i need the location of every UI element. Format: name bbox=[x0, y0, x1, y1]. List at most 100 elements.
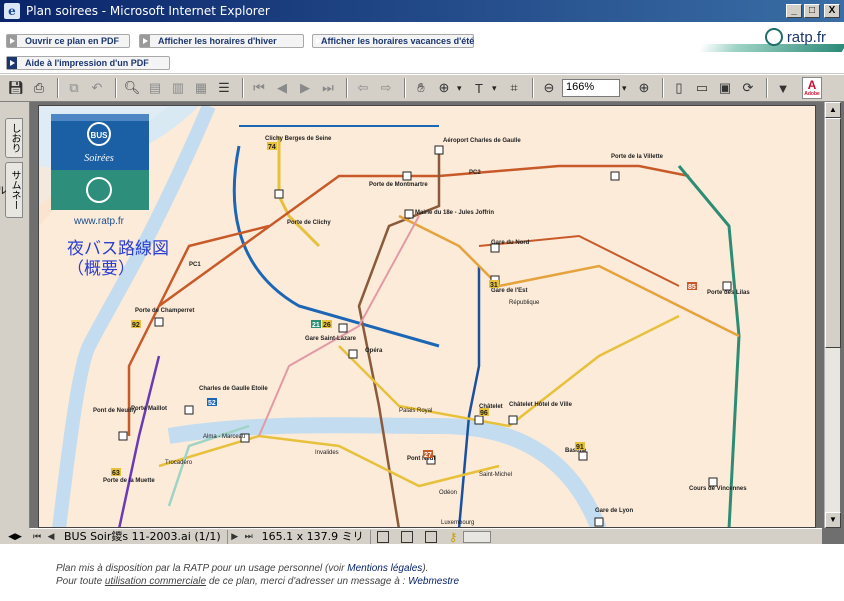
adobe-logo[interactable]: A Adobe bbox=[802, 77, 822, 99]
station-label: Porte de Champerret bbox=[135, 308, 194, 314]
bookmarks-tab[interactable]: しおり bbox=[5, 118, 23, 158]
station-marker[interactable] bbox=[474, 415, 484, 425]
panel-toggle-icon[interactable]: ◀▶ bbox=[0, 528, 30, 544]
station-marker[interactable] bbox=[508, 415, 518, 425]
station-marker[interactable] bbox=[274, 189, 284, 199]
continuous-icon[interactable] bbox=[400, 530, 413, 543]
station-marker[interactable] bbox=[118, 431, 128, 441]
legal-mentions-link[interactable]: Mentions légales bbox=[347, 563, 422, 574]
bookmark-panel-icon[interactable]: ☰ bbox=[214, 78, 234, 98]
first-page-status-icon[interactable]: ⏮ bbox=[30, 530, 44, 544]
close-button[interactable]: X bbox=[824, 4, 840, 18]
station-label: Mairie du 18e - Jules Joffrin bbox=[415, 210, 494, 216]
chevron-down-icon[interactable]: ▾ bbox=[457, 83, 469, 94]
station-marker[interactable] bbox=[338, 323, 348, 333]
chevron-down-icon[interactable]: ▾ bbox=[492, 83, 504, 94]
zoom-level-field[interactable]: 166% bbox=[562, 79, 620, 97]
footer-text: de ce plan, merci d'adresser un message … bbox=[206, 576, 409, 587]
rotate-icon[interactable]: ⟳ bbox=[738, 78, 758, 98]
save-icon[interactable]: 💾︎ bbox=[6, 78, 26, 98]
forward-icon[interactable]: ⇨ bbox=[376, 78, 396, 98]
copy-icon[interactable]: ⧉ bbox=[64, 78, 84, 98]
station-marker[interactable] bbox=[722, 281, 732, 291]
ratp-circle-icon bbox=[764, 28, 783, 46]
text-select-icon[interactable]: T bbox=[469, 78, 489, 98]
horizontal-scrollbar[interactable] bbox=[463, 530, 492, 543]
station-label: Porte de la Villette bbox=[611, 154, 664, 160]
station-label: Clichy Berges de Seine bbox=[265, 136, 332, 142]
ratp-logo-box bbox=[51, 170, 149, 210]
station-label: Gare Saint-Lazare bbox=[305, 336, 357, 342]
zoom-in-icon[interactable]: ⊕ bbox=[634, 78, 654, 98]
commercial-use-link[interactable]: utilisation commerciale bbox=[105, 576, 206, 587]
station-label: Trocadéro bbox=[165, 460, 193, 466]
single-page-icon[interactable] bbox=[376, 530, 389, 543]
pdf-print-help-label: Aide à l'impression d'un PDF bbox=[25, 58, 149, 68]
map-page[interactable]: BUS Soirées www.ratp.fr 夜バス路線図 （概要） Clic… bbox=[38, 105, 816, 528]
fit-width-icon[interactable]: ▣ bbox=[715, 78, 735, 98]
toolbar-divider bbox=[662, 78, 664, 98]
line-badge: 96 bbox=[480, 410, 488, 417]
find-icon[interactable]: 🔍︎ bbox=[122, 78, 142, 98]
arrow-icon bbox=[7, 35, 17, 47]
last-page-status-icon[interactable]: ⏭ bbox=[242, 530, 256, 544]
station-marker[interactable] bbox=[404, 209, 414, 219]
station-label: Opéra bbox=[365, 348, 383, 354]
minimize-button[interactable]: _ bbox=[786, 4, 802, 18]
station-label: Aéroport Charles de Gaulle bbox=[443, 138, 521, 144]
scroll-down-icon[interactable]: ▼ bbox=[825, 512, 841, 528]
scroll-thumb[interactable] bbox=[825, 118, 841, 348]
print-icon[interactable]: ⎙ bbox=[29, 78, 49, 98]
first-page-icon[interactable]: ⏮ bbox=[249, 78, 269, 98]
toolbar-divider bbox=[766, 78, 768, 98]
overlay-title-line1: 夜バス路線図 bbox=[67, 239, 169, 259]
fit-page-icon[interactable]: ▭ bbox=[692, 78, 712, 98]
station-marker[interactable] bbox=[708, 477, 718, 487]
undo-icon[interactable]: ↶ bbox=[87, 78, 107, 98]
line-badge: 52 bbox=[208, 400, 216, 407]
document-name: BUS Soir鑁s 11-2003.ai (1/1) bbox=[58, 529, 228, 544]
ratp-logo[interactable]: ratp.fr bbox=[764, 28, 826, 46]
station-marker[interactable] bbox=[434, 145, 444, 155]
page-header: Ouvrir ce plan en PDF Afficher les horai… bbox=[0, 22, 844, 74]
pdf-print-help-button[interactable]: Aide à l'impression d'un PDF bbox=[6, 56, 170, 70]
station-label: République bbox=[509, 300, 540, 306]
station-marker[interactable] bbox=[610, 171, 620, 181]
actual-size-icon[interactable]: ▯ bbox=[669, 78, 689, 98]
station-label: Odéon bbox=[439, 490, 457, 496]
summer-schedule-button[interactable]: Afficher les horaires vacances d'été bbox=[312, 34, 474, 48]
previous-page-icon[interactable]: ◀ bbox=[272, 78, 292, 98]
arrow-icon bbox=[140, 35, 150, 47]
vertical-scrollbar[interactable]: ▲ ▼ bbox=[824, 102, 841, 528]
maximize-button[interactable]: □ bbox=[804, 4, 820, 18]
station-marker[interactable] bbox=[402, 171, 412, 181]
station-marker[interactable] bbox=[594, 517, 604, 527]
next-page-status-icon[interactable]: ▶ bbox=[228, 530, 242, 544]
facing-icon[interactable] bbox=[424, 530, 437, 543]
next-page-icon[interactable]: ▶ bbox=[295, 78, 315, 98]
more-tools-icon[interactable]: ▼ bbox=[773, 78, 793, 98]
toolbar-divider bbox=[346, 78, 348, 98]
last-page-icon[interactable]: ⏭ bbox=[318, 78, 338, 98]
thumbnails-tab[interactable]: サムネール bbox=[0, 162, 23, 218]
station-marker[interactable] bbox=[184, 405, 194, 415]
prev-page-status-icon[interactable]: ◀ bbox=[44, 530, 58, 544]
chevron-down-icon[interactable]: ▾ bbox=[622, 83, 634, 94]
back-icon[interactable]: ⇦ bbox=[353, 78, 373, 98]
toolbar-divider bbox=[115, 78, 117, 98]
hand-tool-icon[interactable]: ✋︎ bbox=[411, 78, 431, 98]
station-marker[interactable] bbox=[348, 349, 358, 359]
webmaster-link[interactable]: Webmestre bbox=[408, 576, 459, 587]
footer-text: Pour toute bbox=[56, 576, 105, 587]
winter-schedule-button[interactable]: Afficher les horaires d'hiver bbox=[139, 34, 304, 48]
page-tool-icon[interactable]: ▤ bbox=[145, 78, 165, 98]
page-tool3-icon[interactable]: ▦ bbox=[191, 78, 211, 98]
page-tool2-icon[interactable]: ▥ bbox=[168, 78, 188, 98]
station-label: Palais Royal bbox=[399, 408, 432, 414]
station-marker[interactable] bbox=[154, 317, 164, 327]
zoom-out-icon[interactable]: ⊖ bbox=[539, 78, 559, 98]
zoom-tool-icon[interactable]: ⊕ bbox=[434, 78, 454, 98]
snapshot-icon[interactable]: ⌗ bbox=[504, 78, 524, 98]
open-pdf-button[interactable]: Ouvrir ce plan en PDF bbox=[6, 34, 130, 48]
scroll-up-icon[interactable]: ▲ bbox=[825, 102, 841, 118]
